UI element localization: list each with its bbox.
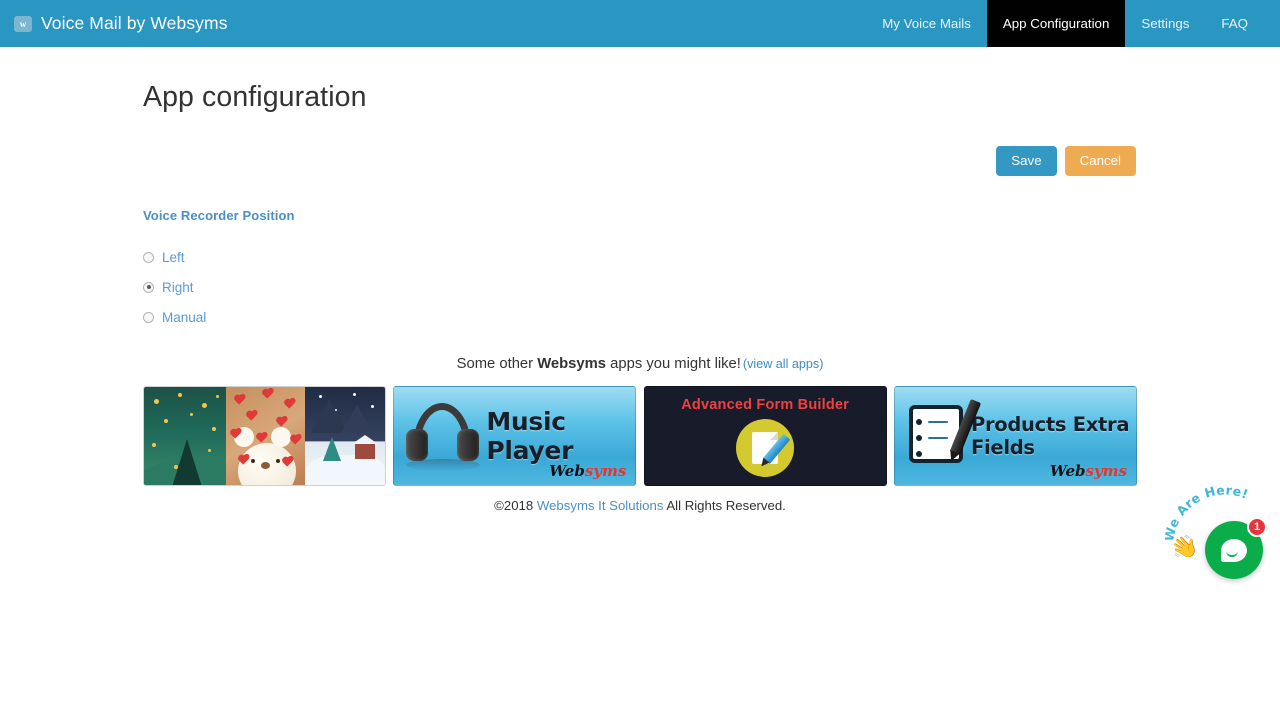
headphones-icon: [404, 399, 482, 473]
promo-brand: Websyms: [537, 356, 607, 373]
websyms-web-part: Web: [549, 462, 585, 481]
voice-recorder-position-radio-group: Left Right Manual: [143, 242, 1137, 332]
radio-label-manual: Manual: [162, 309, 207, 325]
promo-text-before: Some other: [456, 356, 538, 373]
websyms-web-part-2: Web: [1049, 462, 1086, 481]
promo-text-after: apps you might like!: [606, 356, 741, 373]
nav-item-faq[interactable]: FAQ: [1205, 0, 1264, 47]
mountain-shape-2: [341, 405, 374, 434]
nav-item-settings[interactable]: Settings: [1125, 0, 1205, 47]
banner-title-products-extra-fields: Products Extra Fields: [970, 413, 1130, 460]
footer-rights: All Rights Reserved.: [666, 498, 786, 514]
banner-music-player[interactable]: Music Player Websyms: [393, 386, 637, 487]
chat-open-button[interactable]: 1: [1205, 517, 1267, 579]
banner-pane-teddy-hearts: [225, 387, 306, 486]
chat-unread-badge: 1: [1247, 517, 1267, 537]
nav-item-app-configuration[interactable]: App Configuration: [986, 0, 1126, 47]
banner-title-advanced-form-builder: Advanced Form Builder: [681, 397, 850, 414]
radio-icon-right[interactable]: [143, 281, 154, 293]
view-all-apps-link[interactable]: (view all apps): [743, 357, 824, 371]
footer-copyright: ©2018: [494, 498, 534, 514]
websyms-wordmark-music-player: Websyms: [549, 462, 626, 480]
banner-products-extra-fields[interactable]: Products Extra Fields Websyms: [893, 386, 1137, 487]
websyms-syms-part-2: syms: [1085, 462, 1127, 481]
waving-hand-icon: 👋: [1167, 531, 1202, 564]
footer-company-link[interactable]: Websyms It Solutions: [537, 498, 664, 513]
radio-label-right: Right: [162, 279, 194, 295]
teddy-eye-left: [250, 459, 255, 464]
brand-link[interactable]: w Voice Mail by Websyms: [0, 0, 228, 47]
headphone-reflection: [406, 459, 481, 472]
radio-option-manual[interactable]: Manual: [143, 302, 1137, 332]
cancel-button[interactable]: Cancel: [1064, 146, 1136, 177]
top-navbar: w Voice Mail by Websyms My Voice Mails A…: [0, 0, 1280, 47]
page-content: App configuration Save Cancel Voice Reco…: [0, 47, 1280, 513]
websyms-syms-part: syms: [584, 462, 627, 481]
house-icon: [352, 435, 379, 460]
clipboard-line-2: [927, 437, 948, 440]
pine-tree-icon: [172, 439, 202, 486]
voice-recorder-position-label: Voice Recorder Position: [143, 208, 295, 224]
clipboard-pen-icon: [907, 399, 982, 471]
promo-headline: Some other Websyms apps you might like!(…: [143, 356, 1137, 372]
chat-widget[interactable]: We Are Here! 👋 1: [1165, 485, 1275, 585]
brand-label: Voice Mail by Websyms: [41, 13, 228, 33]
banner-festive-images[interactable]: [143, 386, 386, 487]
speech-bubble-icon: [1221, 538, 1247, 562]
teddy-eye-right: [275, 459, 280, 464]
nav-item-my-voice-mails[interactable]: My Voice Mails: [866, 0, 987, 47]
headphone-cup-right: [457, 429, 480, 462]
banner-pane-winter-village: [305, 387, 385, 486]
banner-advanced-form-builder[interactable]: Advanced Form Builder: [643, 386, 887, 487]
banner-title-music-player: Music Player: [486, 407, 574, 466]
nav-item-list: My Voice Mails App Configuration Setting…: [866, 0, 1280, 47]
clipboard-line-1: [927, 421, 948, 424]
radio-option-right[interactable]: Right: [143, 272, 1137, 302]
teddy-ear-right: [270, 427, 291, 448]
websyms-wordmark-products-extra-fields: Websyms: [1050, 462, 1127, 480]
footer: ©2018 Websyms It Solutions All Rights Re…: [143, 498, 1137, 513]
radio-option-left[interactable]: Left: [143, 242, 1137, 272]
teddy-snout: [260, 462, 270, 470]
snow-ground: [305, 455, 385, 486]
headphone-cup-left: [406, 429, 429, 462]
page-title: App configuration: [143, 81, 367, 113]
radio-label-left: Left: [162, 249, 185, 265]
banner-pane-starry-night: [144, 387, 226, 486]
action-bar: Save Cancel: [143, 146, 1137, 177]
save-button[interactable]: Save: [996, 146, 1057, 177]
winter-tree-icon: [323, 437, 342, 462]
form-builder-icon: [736, 419, 795, 478]
websyms-logo-icon: w: [14, 15, 32, 32]
radio-icon-left[interactable]: [143, 251, 154, 263]
promo-banner-list: Music Player Websyms Advanced Form Build…: [143, 386, 1137, 487]
radio-icon-manual[interactable]: [143, 311, 154, 323]
